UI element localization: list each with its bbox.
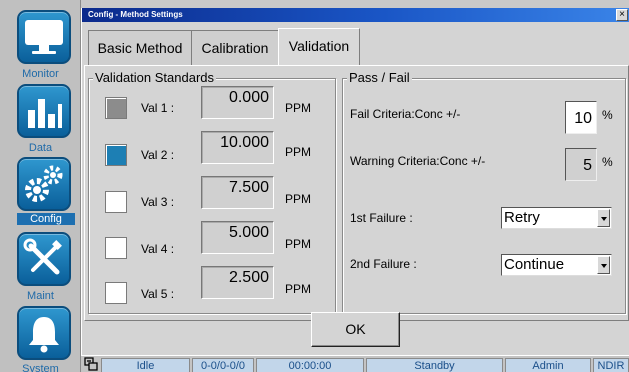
val5-unit: PPM xyxy=(285,282,312,296)
status-time: 00:00:00 xyxy=(256,358,364,372)
nav-config-label: Config xyxy=(17,213,75,225)
ok-button[interactable]: OK xyxy=(311,312,400,347)
val1-value-field[interactable]: 0.000 xyxy=(201,86,274,119)
first-failure-dropdown[interactable]: Retry xyxy=(501,207,612,229)
nav-monitor-button[interactable] xyxy=(17,10,71,64)
warning-criteria-label: Warning Criteria:Conc +/- xyxy=(350,154,486,168)
method-settings-dialog: Config - Method Settings × Basic Method … xyxy=(81,8,629,372)
dialog-title-bar: Config - Method Settings × xyxy=(82,8,629,22)
val4-color-swatch[interactable] xyxy=(105,237,127,259)
fail-criteria-label: Fail Criteria:Conc +/- xyxy=(350,107,461,121)
val1-unit: PPM xyxy=(285,101,312,115)
tab-validation[interactable]: Validation xyxy=(278,28,360,65)
val2-label: Val 2 : xyxy=(141,148,175,162)
status-detector: NDIR xyxy=(593,358,629,372)
val2-unit: PPM xyxy=(285,145,312,159)
warning-criteria-input[interactable]: 5 xyxy=(565,148,597,181)
wrench-screwdriver-icon xyxy=(23,238,62,275)
tab-basic-method[interactable]: Basic Method xyxy=(88,30,192,65)
val5-label: Val 5 : xyxy=(141,287,175,301)
nav-monitor-label: Monitor xyxy=(22,68,59,80)
nav-maint-button[interactable] xyxy=(17,232,71,286)
val2-value-field[interactable]: 10.000 xyxy=(201,131,274,164)
fail-criteria-percent: % xyxy=(602,108,613,122)
scan-icon[interactable] xyxy=(84,357,98,371)
val5-value-field[interactable]: 2.500 xyxy=(201,266,274,299)
val4-label: Val 4 : xyxy=(141,242,175,256)
navigation-rail: Monitor Data Config Maint System xyxy=(0,0,81,372)
pass-fail-legend: Pass / Fail xyxy=(347,70,412,86)
chevron-down-icon[interactable] xyxy=(597,256,610,274)
warning-criteria-percent: % xyxy=(602,155,613,169)
val5-color-swatch[interactable] xyxy=(105,282,127,304)
fail-criteria-input[interactable]: 10 xyxy=(565,101,597,134)
status-user: Admin xyxy=(505,358,591,372)
second-failure-dropdown[interactable]: Continue xyxy=(501,254,612,276)
val3-color-swatch[interactable] xyxy=(105,191,127,213)
status-state: Idle xyxy=(101,358,190,372)
close-button[interactable]: × xyxy=(616,9,628,21)
validation-standards-group: Validation Standards Val 1 : 0.000 PPM V… xyxy=(88,70,336,314)
nav-data-button[interactable] xyxy=(17,84,71,138)
second-failure-label: 2nd Failure : xyxy=(350,257,417,271)
tab-calibration[interactable]: Calibration xyxy=(191,30,279,65)
nav-maint-label: Maint xyxy=(27,290,54,302)
chevron-down-icon[interactable] xyxy=(597,209,610,227)
gears-icon xyxy=(25,165,63,202)
status-mode: Standby xyxy=(366,358,503,372)
nav-data-label: Data xyxy=(28,142,53,154)
val4-unit: PPM xyxy=(285,237,312,251)
first-failure-label: 1st Failure : xyxy=(350,211,413,225)
val1-color-swatch[interactable] xyxy=(105,97,127,119)
val1-label: Val 1 : xyxy=(141,101,175,115)
validation-panel: Validation Standards Val 1 : 0.000 PPM V… xyxy=(84,65,629,321)
bar-chart-icon xyxy=(28,99,62,128)
first-failure-value: Retry xyxy=(504,209,540,226)
bell-icon xyxy=(29,317,59,353)
dialog-title: Config - Method Settings xyxy=(88,10,183,19)
pass-fail-group: Pass / Fail Fail Criteria:Conc +/- 10 % … xyxy=(342,70,626,314)
status-counts: 0-0/0-0/0 xyxy=(192,358,254,372)
nav-system-button[interactable] xyxy=(17,306,71,360)
status-bar: Idle 0-0/0-0/0 00:00:00 Standby Admin ND… xyxy=(81,355,629,372)
val3-unit: PPM xyxy=(285,192,312,206)
nav-system-label: System xyxy=(22,363,59,372)
nav-config-button[interactable] xyxy=(17,157,71,211)
val4-value-field[interactable]: 5.000 xyxy=(201,221,274,254)
validation-standards-legend: Validation Standards xyxy=(93,70,217,86)
val3-value-field[interactable]: 7.500 xyxy=(201,176,274,209)
val3-label: Val 3 : xyxy=(141,195,175,209)
second-failure-value: Continue xyxy=(504,256,565,273)
val2-color-swatch[interactable] xyxy=(105,144,127,166)
monitor-icon xyxy=(25,20,63,54)
